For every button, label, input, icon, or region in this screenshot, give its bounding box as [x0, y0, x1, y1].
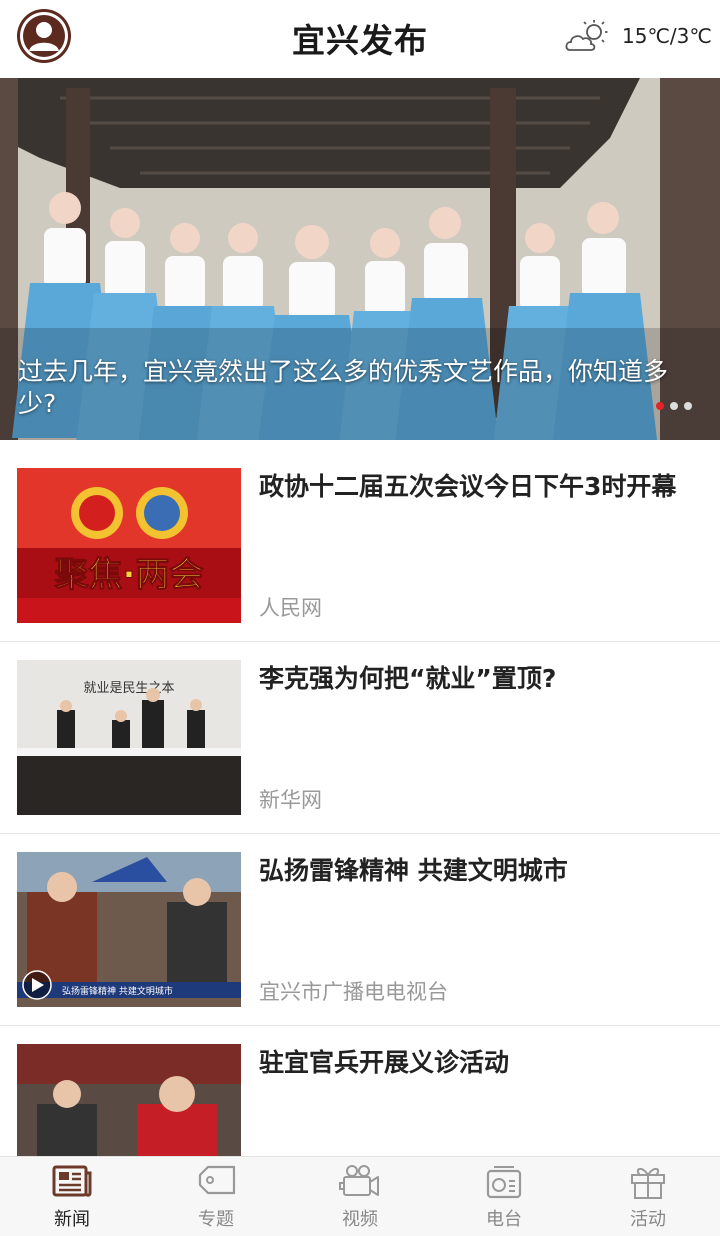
banner-caption: 过去几年，宜兴竟然出了这么多的优秀文艺作品，你知道多少? — [18, 357, 669, 418]
tab-label: 活动 — [630, 1209, 666, 1230]
thumb-text: 聚焦·两会 — [54, 555, 204, 595]
tab-radio[interactable]: 电台 — [432, 1157, 576, 1236]
news-item[interactable]: 弘扬雷锋精神 共建文明城市 弘扬雷锋精神 共建文明城市 宜兴市广播电电视台 — [0, 834, 720, 1026]
tab-video[interactable]: 视频 — [288, 1157, 432, 1236]
thumb-text: 就业是民生之本 — [83, 681, 174, 696]
thumb-text: 弘扬雷锋精神 共建文明城市 — [62, 985, 173, 997]
news-title: 李克强为何把“就业”置顶? — [259, 664, 557, 693]
news-list: 聚焦·两会 政协十二届五次会议今日下午3时开幕 人民网 就业是民生之本 李克强为… — [0, 450, 720, 1218]
carousel-dot-active — [656, 402, 664, 410]
video-camera-icon — [339, 1165, 379, 1196]
two-sessions-image: 聚焦·两会 — [17, 468, 241, 623]
news-title: 政协十二届五次会议今日下午3时开幕 — [259, 472, 677, 501]
tab-label: 视频 — [342, 1209, 378, 1230]
news-source: 新华网 — [259, 788, 322, 812]
tab-label: 新闻 — [54, 1209, 90, 1230]
news-title: 弘扬雷锋精神 共建文明城市 — [259, 856, 568, 885]
bottom-tab-bar: 新闻 专题 视频 电台 活动 — [0, 1156, 720, 1236]
news-thumbnail: 就业是民生之本 — [17, 660, 241, 815]
news-source: 人民网 — [259, 596, 322, 620]
partly-cloudy-icon — [565, 20, 608, 51]
news-source: 宜兴市广播电电视台 — [259, 980, 448, 1004]
news-title: 驻宜官兵开展义诊活动 — [259, 1048, 510, 1077]
tab-label: 专题 — [198, 1209, 234, 1230]
tab-topics[interactable]: 专题 — [144, 1157, 288, 1236]
weather-temperature: 15℃/3℃ — [622, 24, 712, 48]
news-thumbnail: 弘扬雷锋精神 共建文明城市 — [17, 852, 241, 1007]
gift-icon — [631, 1168, 665, 1199]
news-item[interactable]: 聚焦·两会 政协十二届五次会议今日下午3时开幕 人民网 — [0, 450, 720, 642]
tab-label: 电台 — [486, 1209, 522, 1230]
volunteer-video-image: 弘扬雷锋精神 共建文明城市 — [17, 852, 241, 1007]
page-title: 宜兴发布 — [292, 21, 428, 60]
hero-banner[interactable]: 过去几年，宜兴竟然出了这么多的优秀文艺作品，你知道多少? — [0, 78, 720, 440]
carousel-indicator — [656, 402, 692, 410]
news-item[interactable]: 就业是民生之本 李克强为何把“就业”置顶? 新华网 — [0, 642, 720, 834]
carousel-dot — [670, 402, 678, 410]
meeting-image: 就业是民生之本 — [17, 660, 241, 815]
tab-news[interactable]: 新闻 — [0, 1157, 144, 1236]
app-header: 宜兴发布 15℃/3℃ — [0, 0, 720, 78]
carousel-dot — [684, 402, 692, 410]
news-thumbnail: 聚焦·两会 — [17, 468, 241, 623]
tag-icon — [198, 1165, 236, 1195]
newspaper-icon — [52, 1165, 92, 1197]
tab-events[interactable]: 活动 — [576, 1157, 720, 1236]
radio-icon — [486, 1166, 522, 1199]
